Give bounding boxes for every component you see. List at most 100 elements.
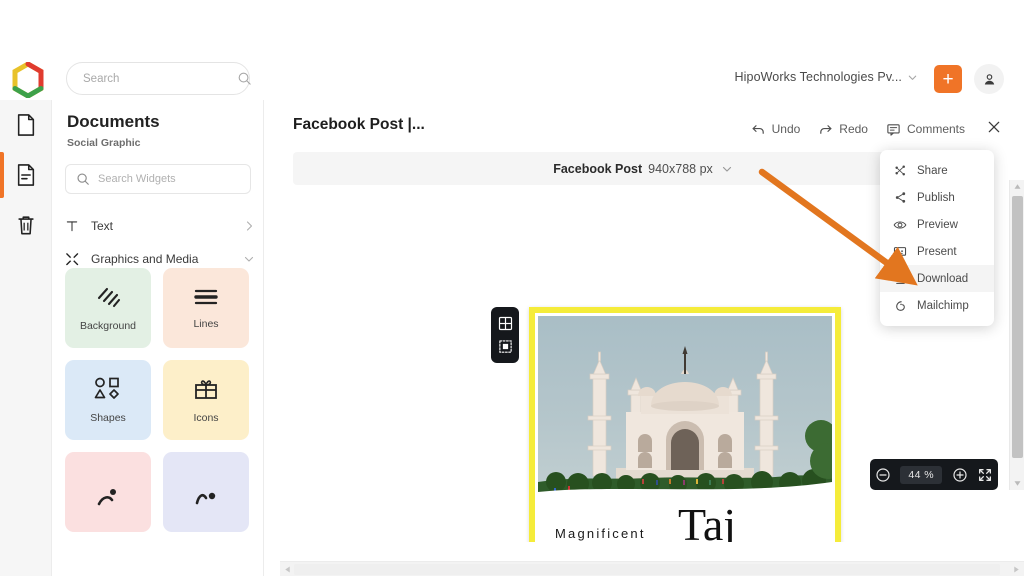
grid-icon[interactable] xyxy=(498,316,513,331)
menu-item-label: Present xyxy=(917,246,957,258)
lines-icon xyxy=(193,286,219,308)
horizontal-scrollbar[interactable] xyxy=(280,561,1024,576)
menu-item-label: Mailchimp xyxy=(917,300,969,312)
category-label: Text xyxy=(85,219,243,233)
undo-label: Undo xyxy=(772,122,801,136)
app-logo[interactable] xyxy=(10,62,46,98)
organization-name[interactable]: HipoWorks Technologies Pv... xyxy=(735,70,902,84)
rail-item-pages[interactable] xyxy=(0,150,52,200)
comments-button[interactable]: Comments xyxy=(877,117,974,141)
trash-icon xyxy=(15,213,37,237)
menu-item-preview[interactable]: Preview xyxy=(880,211,994,238)
app-root: HipoWorks Technologies Pv... + xyxy=(0,0,1024,576)
widget-card-partial-2[interactable] xyxy=(163,452,249,532)
hexagon-play-logo-icon xyxy=(10,62,46,98)
menu-item-share[interactable]: Share xyxy=(880,157,994,184)
widget-search-input[interactable] xyxy=(98,173,240,185)
widget-card-icons[interactable]: Icons xyxy=(163,360,249,440)
close-x-icon xyxy=(986,119,1002,135)
redo-label: Redo xyxy=(839,122,868,136)
canvas-dimensions: 940x788 px xyxy=(648,162,713,176)
vertical-scroll-thumb[interactable] xyxy=(1012,196,1023,458)
zoom-level[interactable]: 44 % xyxy=(900,466,942,484)
chevron-right-icon xyxy=(243,220,255,232)
search-icon xyxy=(237,71,252,86)
menu-item-present[interactable]: Present xyxy=(880,238,994,265)
presentation-icon xyxy=(893,245,907,259)
share-nodes-icon xyxy=(893,164,907,178)
chevron-down-icon[interactable] xyxy=(907,72,918,83)
document-icon xyxy=(15,113,37,137)
vertical-scrollbar[interactable] xyxy=(1009,180,1024,490)
eye-icon xyxy=(893,218,907,232)
chevron-down-icon[interactable] xyxy=(721,163,733,175)
global-search[interactable] xyxy=(66,62,250,95)
design-caption-area: Magnificent Taj xyxy=(538,498,832,542)
caret-down-icon[interactable] xyxy=(1013,479,1022,488)
user-icon xyxy=(982,72,997,87)
redo-arrow-icon xyxy=(818,122,833,137)
widget-card-background[interactable]: Background xyxy=(65,268,151,348)
taj-mahal-image xyxy=(538,316,832,506)
caret-up-icon[interactable] xyxy=(1013,182,1022,191)
search-input[interactable] xyxy=(83,73,237,85)
category-text[interactable]: Text xyxy=(65,212,255,240)
canvas-name: Facebook Post xyxy=(553,162,642,176)
card-label: Icons xyxy=(193,412,218,424)
document-title[interactable]: Facebook Post |... xyxy=(293,116,425,134)
top-bar: HipoWorks Technologies Pv... + xyxy=(0,0,1024,100)
menu-item-label: Preview xyxy=(917,219,958,231)
panel-title: Documents xyxy=(67,112,160,132)
widgets-panel: Documents Social Graphic Text xyxy=(52,100,264,576)
user-avatar-button[interactable] xyxy=(974,64,1004,94)
widget-card-lines[interactable]: Lines xyxy=(163,268,249,348)
horizontal-scroll-thumb[interactable] xyxy=(294,564,1000,575)
expand-icon[interactable] xyxy=(977,467,993,483)
menu-item-mailchimp[interactable]: Mailchimp xyxy=(880,292,994,319)
card-label: Shapes xyxy=(90,412,126,424)
mailchimp-icon xyxy=(893,299,907,313)
comment-icon xyxy=(886,122,901,137)
share-icon xyxy=(893,191,907,205)
design-canvas[interactable]: Magnificent Taj xyxy=(529,307,841,542)
category-label: Graphics and Media xyxy=(85,252,243,266)
close-editor-button[interactable] xyxy=(974,119,1006,140)
caret-left-icon[interactable] xyxy=(283,565,292,574)
plus-circle-icon[interactable] xyxy=(952,467,968,483)
widget-card-row: Background Lines xyxy=(65,268,257,348)
widget-card-row: Shapes Icons xyxy=(65,360,257,440)
white-diagonal-sweep xyxy=(538,316,832,506)
caption-big-text: Taj xyxy=(678,502,736,542)
rail-item-document[interactable] xyxy=(0,100,52,150)
menu-item-label: Download xyxy=(917,273,968,285)
redo-button[interactable]: Redo xyxy=(809,117,877,141)
widget-search[interactable] xyxy=(65,164,251,194)
partial-card-icon xyxy=(96,487,120,509)
text-t-icon xyxy=(65,219,85,233)
gift-icon xyxy=(193,376,219,402)
widget-card-partial-1[interactable] xyxy=(65,452,151,532)
crop-select-icon[interactable] xyxy=(498,339,513,354)
menu-item-download[interactable]: Download xyxy=(880,265,994,292)
shapes-icon xyxy=(93,376,123,402)
widget-card-grid: Background Lines xyxy=(65,268,257,544)
left-icon-rail xyxy=(0,100,52,576)
widget-card-row xyxy=(65,452,257,532)
search-icon xyxy=(76,172,90,186)
add-new-button[interactable]: + xyxy=(934,65,962,93)
card-label: Background xyxy=(80,320,136,332)
rail-item-trash[interactable] xyxy=(0,200,52,250)
caret-right-icon[interactable] xyxy=(1012,565,1021,574)
menu-item-publish[interactable]: Publish xyxy=(880,184,994,211)
widget-card-shapes[interactable]: Shapes xyxy=(65,360,151,440)
comments-label: Comments xyxy=(907,122,965,136)
document-lines-icon xyxy=(15,163,37,187)
caption-small-text: Magnificent xyxy=(555,526,646,541)
design-content: Magnificent Taj xyxy=(538,316,832,542)
panel-subtitle: Social Graphic xyxy=(67,137,141,149)
undo-button[interactable]: Undo xyxy=(742,117,810,141)
minus-circle-icon[interactable] xyxy=(875,467,891,483)
card-label: Lines xyxy=(193,318,218,330)
export-dropdown-menu: Share Publish Preview xyxy=(880,150,994,326)
zoom-control: 44 % xyxy=(870,459,998,490)
